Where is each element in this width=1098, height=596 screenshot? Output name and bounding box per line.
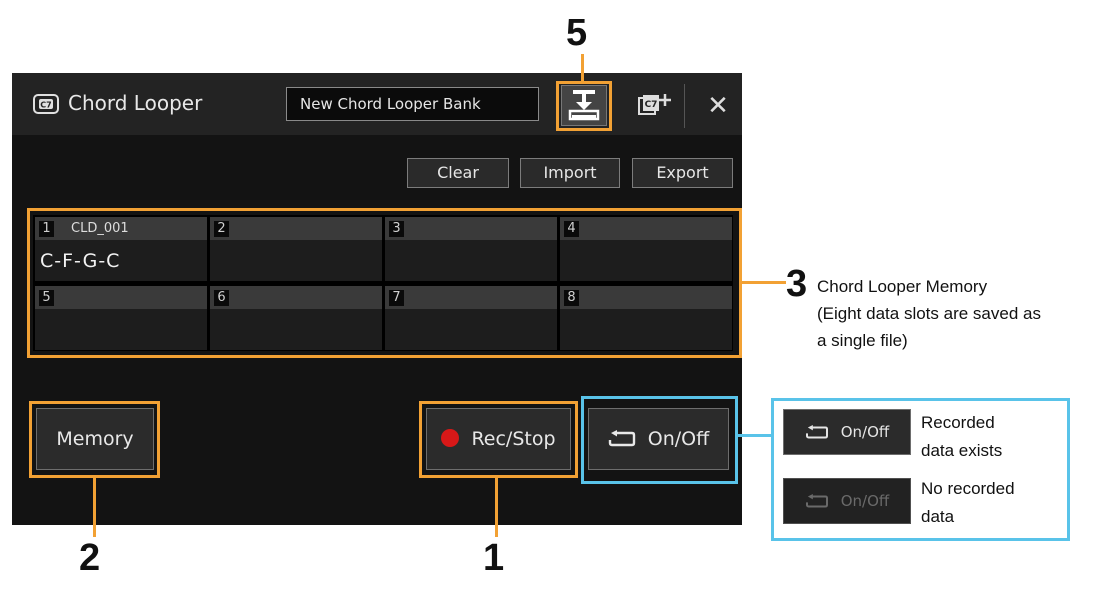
callout-2-number: 2	[79, 537, 101, 579]
callout-2-line	[93, 477, 96, 537]
callout-3-number: 3	[786, 263, 808, 305]
legend-on-off-active: On/Off	[783, 409, 911, 455]
legend-on-off-inactive: On/Off	[783, 478, 911, 524]
close-button[interactable]: ✕	[696, 84, 740, 128]
memory-note-line3: a single file)	[817, 331, 908, 350]
window-title: Chord Looper	[68, 91, 203, 115]
loop-icon	[805, 494, 828, 508]
legend-none-line1: No recorded	[921, 479, 1015, 498]
callout-5-box	[556, 81, 612, 131]
callout-1-number: 1	[483, 537, 505, 579]
callout-1-box	[419, 401, 578, 478]
callout-5-line	[581, 54, 584, 82]
svg-text:C7: C7	[40, 101, 51, 110]
callout-5-number: 5	[566, 12, 588, 54]
bank-name-field[interactable]: New Chord Looper Bank	[286, 87, 539, 121]
on-off-callout-line	[737, 434, 772, 437]
export-button[interactable]: Export	[632, 158, 733, 188]
import-button[interactable]: Import	[520, 158, 620, 188]
loop-icon	[805, 425, 828, 439]
copy-to-memory-button[interactable]: C7	[630, 86, 676, 124]
callout-3-line	[741, 281, 786, 284]
legend-on-off-label: On/Off	[840, 423, 890, 441]
on-off-callout-box	[581, 396, 738, 484]
legend-on-off-label-dim: On/Off	[840, 492, 890, 510]
callout-1-line	[495, 477, 498, 537]
chord-add-icon: C7	[638, 94, 671, 115]
chord-looper-icon: C7	[33, 93, 59, 115]
legend-recorded-line2: data exists	[921, 441, 1003, 460]
legend-none-line2: data	[921, 507, 955, 526]
svg-text:C7: C7	[645, 100, 658, 110]
memory-note-line1: Chord Looper Memory	[817, 277, 988, 296]
callout-3-box	[27, 208, 742, 358]
legend-recorded-line1: Recorded	[921, 413, 995, 432]
callout-2-box	[29, 401, 160, 478]
toolbar-divider	[684, 84, 685, 128]
clear-button[interactable]: Clear	[407, 158, 509, 188]
memory-note-line2: (Eight data slots are saved as	[817, 304, 1041, 323]
